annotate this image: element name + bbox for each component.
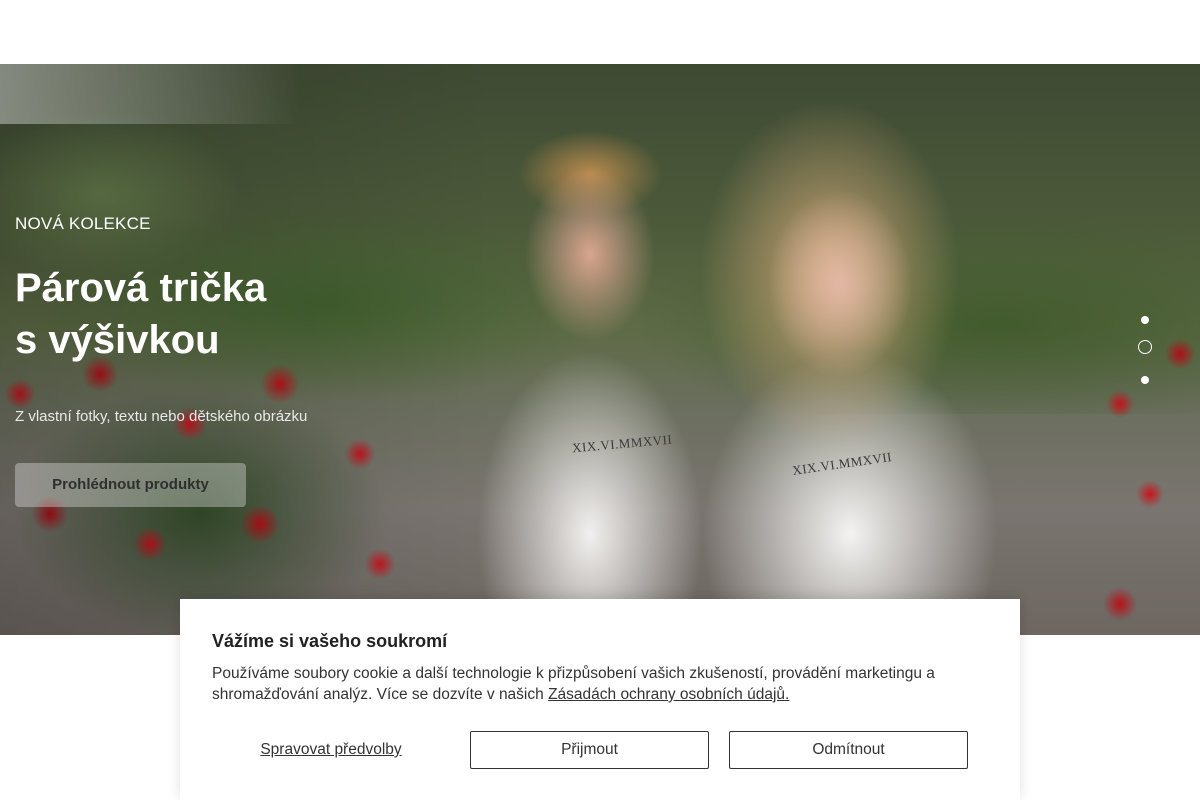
hero-title-line-2: s výšivkou — [15, 318, 220, 362]
hero-title-line-1: Párová trička — [15, 266, 267, 310]
top-header-bar — [0, 0, 1200, 64]
slider-dot-3[interactable] — [1141, 376, 1149, 384]
manage-preferences-button[interactable]: Spravovat předvolby — [212, 731, 450, 769]
accept-cookies-button[interactable]: Přijmout — [470, 731, 709, 769]
browse-products-button[interactable]: Prohlédnout produkty — [15, 463, 246, 507]
cookie-title: Vážíme si vašeho soukromí — [212, 631, 448, 651]
hero-subtitle: Z vlastní fotky, textu nebo dětského obr… — [15, 408, 308, 425]
hero-content: NOVÁ KOLEKCE Párová trička s výšivkou Z … — [15, 214, 435, 507]
slider-dot-2-active[interactable] — [1138, 340, 1152, 354]
reject-cookies-button[interactable]: Odmítnout — [729, 731, 968, 769]
cookie-actions: Spravovat předvolby Přijmout Odmítnout — [212, 731, 988, 769]
hero-photo-woman — [640, 104, 1060, 635]
hero-eyebrow: NOVÁ KOLEKCE — [15, 214, 151, 233]
cookie-text: Používáme soubory cookie a další technol… — [212, 663, 992, 705]
slider-dot-1[interactable] — [1141, 316, 1149, 324]
cookie-consent-banner: Vážíme si vašeho soukromí Používáme soub… — [180, 599, 1020, 800]
hero-title: Párová trička s výšivkou — [15, 262, 435, 366]
slider-pagination — [1137, 314, 1153, 384]
hero-banner: XIX.VI.MMXVII XIX.VI.MMXVII NOVÁ KOLEKCE… — [0, 64, 1200, 635]
privacy-policy-link[interactable]: Zásadách ochrany osobních údajů. — [548, 686, 789, 703]
